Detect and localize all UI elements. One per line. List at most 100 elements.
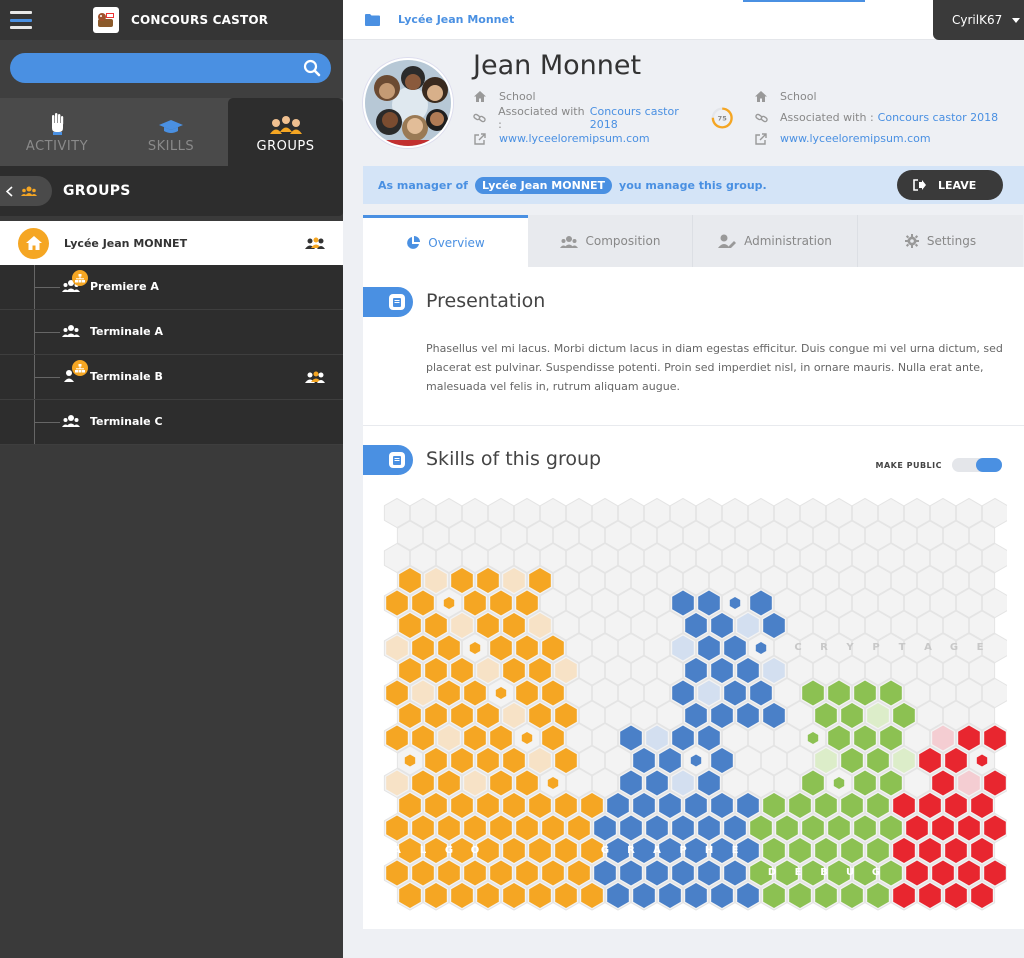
home-icon — [754, 91, 768, 102]
groups-header: GROUPS — [0, 166, 343, 216]
link-icon — [754, 112, 768, 124]
skill-area-letter: B — [820, 867, 828, 878]
skill-area-letter: G — [601, 845, 609, 856]
group-item-premiere-a[interactable]: Premiere A — [0, 265, 343, 310]
hierarchy-badge-icon — [72, 270, 88, 286]
presentation-title: Presentation — [426, 290, 546, 312]
manager-suffix: you manage this group. — [619, 178, 767, 192]
skill-area-letter: T — [899, 642, 906, 653]
skill-area-letter: A — [924, 642, 932, 653]
school-type-line: School — [754, 86, 1014, 107]
make-public-toggle[interactable] — [952, 458, 1002, 472]
menu-tab-skills[interactable]: SKILLS — [114, 98, 228, 166]
school-row[interactable]: Lycée Jean MONNET — [0, 221, 343, 265]
top-accent-bar — [743, 0, 865, 2]
manager-people-icon — [305, 371, 325, 383]
search-icon[interactable] — [303, 59, 321, 77]
website-link[interactable]: www.lyceeloremipsum.com — [780, 132, 931, 145]
users-icon — [62, 415, 80, 427]
presentation-header: Presentation — [363, 287, 1024, 319]
association-link[interactable]: Concours castor 2018 — [878, 111, 998, 124]
sign-out-icon — [913, 179, 926, 191]
skills-title: Skills of this group — [426, 448, 602, 470]
group-item-terminale-a[interactable]: Terminale A — [0, 310, 343, 355]
castor-logo[interactable] — [93, 7, 119, 33]
chevron-left-icon — [6, 185, 13, 197]
association-link[interactable]: Concours castor 2018 — [590, 105, 703, 131]
group-label: Premiere A — [90, 280, 159, 293]
hierarchy-badge-icon — [72, 360, 88, 376]
group-small-icon — [21, 186, 37, 196]
manager-people-icon — [305, 237, 325, 249]
folder-icon — [365, 13, 380, 26]
hamburger-menu-icon[interactable] — [10, 11, 32, 29]
brand-name: CONCOURS CASTOR — [131, 13, 269, 27]
skill-area-letter: G — [950, 642, 958, 653]
group-item-terminale-c[interactable]: Terminale C — [0, 400, 343, 445]
graduation-cap-icon — [158, 113, 184, 135]
back-button[interactable] — [0, 176, 52, 206]
book-icon — [389, 294, 405, 310]
tab-administration[interactable]: Administration — [693, 215, 858, 267]
user-menu[interactable]: CyrilK67 — [933, 0, 1024, 40]
skill-area-letter: R — [820, 642, 828, 653]
manager-group-pill[interactable]: Lycée Jean MONNET — [474, 176, 613, 194]
skills-hex-map: A L G O G R A P H E D E B U G C R Y P T A G E — [383, 497, 1007, 911]
profile-info-right: School Associated with : Concours castor… — [754, 86, 1014, 149]
skill-area-letter: D — [768, 867, 776, 878]
menu-tab-groups[interactable]: GROUPS — [228, 98, 343, 166]
skill-area-letter: U — [846, 867, 854, 878]
tab-overview-label: Overview — [428, 235, 485, 250]
presentation-text: Phasellus vel mi lacus. Morbi dictum lac… — [426, 342, 1003, 393]
manager-bar: As manager of Lycée Jean MONNET you mana… — [363, 166, 1024, 204]
profile-info-left: School Associated with : Concours castor… — [473, 86, 733, 149]
caret-down-icon — [1012, 17, 1021, 23]
main-panel: Lycée Jean Monnet CyrilK67 Jean Monnet S… — [343, 0, 1024, 958]
skill-area-letter: E — [795, 867, 802, 878]
group-item-terminale-b[interactable]: Terminale B — [0, 355, 343, 400]
menu-tab-activity-label: ACTIVITY — [25, 139, 89, 154]
school-name: Lycée Jean MONNET — [64, 236, 188, 250]
main-tabs: Overview Composition Administration Sett… — [363, 215, 1024, 267]
tab-composition-label: Composition — [585, 234, 661, 248]
group-list: Premiere A Terminale A Terminale B Termi… — [0, 265, 343, 445]
skill-area-letter: O — [471, 845, 480, 856]
avatar — [363, 58, 453, 148]
overview-content: Presentation Phasellus vel mi lacus. Mor… — [363, 267, 1024, 929]
pie-chart-icon — [407, 235, 421, 249]
school-type: School — [499, 90, 536, 103]
search-input[interactable] — [10, 53, 290, 83]
website-link[interactable]: www.lyceeloremipsum.com — [499, 132, 650, 145]
progress-ring-label: 75 — [717, 114, 727, 122]
user-name: CyrilK67 — [952, 13, 1003, 27]
skill-area-letter: P — [872, 642, 879, 653]
tab-overview[interactable]: Overview — [363, 215, 528, 267]
skill-area-letter: E — [732, 845, 739, 856]
leave-button[interactable]: LEAVE — [897, 170, 1003, 200]
skill-area-letter: A — [393, 845, 401, 856]
skill-area-letter: E — [977, 642, 984, 653]
breadcrumb[interactable]: Lycée Jean Monnet — [398, 13, 514, 26]
group-label: Terminale B — [90, 370, 163, 383]
tab-composition[interactable]: Composition — [528, 215, 693, 267]
gear-icon — [904, 234, 919, 248]
association-line: Associated with : Concours castor 2018 7… — [473, 105, 733, 131]
menu-tab-activity[interactable]: ACTIVITY — [0, 98, 114, 166]
hand-icon — [50, 113, 64, 135]
tab-settings-label: Settings — [926, 234, 977, 248]
section-marker — [363, 287, 413, 317]
book-icon — [389, 452, 405, 468]
website-line: www.lyceeloremipsum.com — [473, 128, 733, 149]
main-topbar: Lycée Jean Monnet CyrilK67 — [343, 0, 1024, 40]
tab-settings[interactable]: Settings — [858, 215, 1023, 267]
skill-area-letter: H — [705, 845, 713, 856]
groups-title: GROUPS — [63, 183, 131, 199]
group-label: Terminale C — [90, 415, 163, 428]
manager-prefix: As manager of — [378, 178, 468, 192]
association-line: Associated with : Concours castor 2018 — [754, 107, 1014, 128]
school-type: School — [780, 90, 817, 103]
link-icon — [473, 112, 486, 124]
section-marker — [363, 445, 413, 475]
groups-people-icon — [268, 113, 304, 135]
profile-header: Jean Monnet School Associated with : Con… — [343, 40, 1024, 165]
